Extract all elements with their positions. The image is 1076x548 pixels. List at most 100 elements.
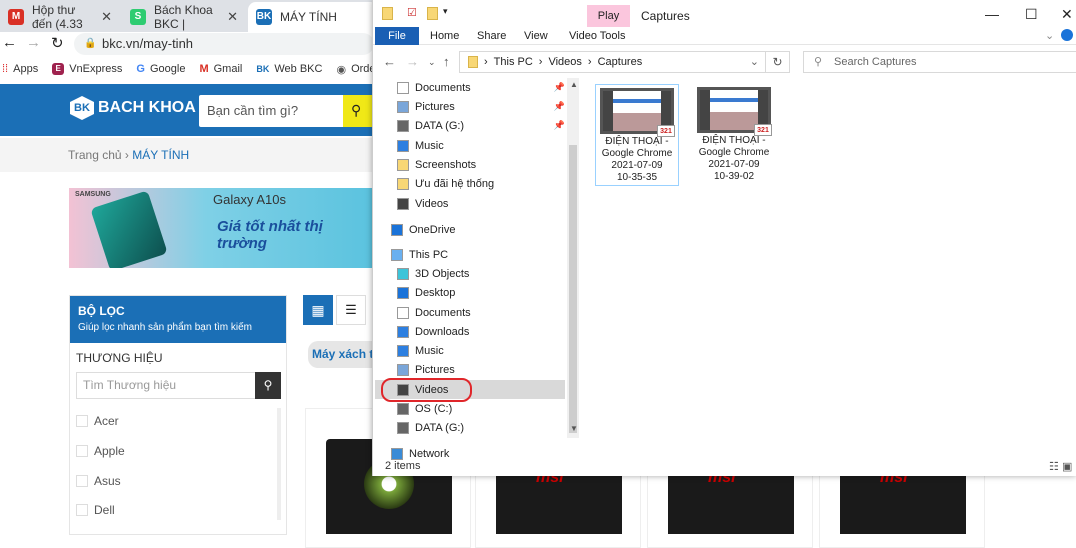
details-view-icon[interactable]: ☷ bbox=[1049, 461, 1059, 473]
reload-icon[interactable]: ↻ bbox=[51, 34, 64, 52]
bookmark-vnexpress[interactable]: E VnExpress bbox=[52, 63, 122, 75]
nav-item[interactable]: Music bbox=[375, 341, 565, 360]
video-file[interactable]: 321 ĐIỆN THOẠI - Google Chrome 2021-07-09 1… bbox=[595, 84, 679, 186]
nav-item[interactable]: This PC bbox=[375, 245, 565, 264]
close-tab-icon[interactable]: ✕ bbox=[227, 9, 238, 25]
ribbon-tabs: File Home Share View Video Tools ⌄ bbox=[373, 27, 1076, 45]
pin-icon[interactable]: 📌 bbox=[554, 120, 565, 131]
folder-icon bbox=[397, 158, 409, 171]
address-bar[interactable]: › This PC › Videos › Captures ⌄ bbox=[459, 51, 766, 73]
search-input[interactable]: ⚲ Search Captures bbox=[803, 51, 1076, 73]
nav-item[interactable]: OneDrive bbox=[375, 220, 565, 239]
tab-bachkhoa[interactable]: S Bách Khoa BKC | ✕ bbox=[122, 2, 246, 32]
nav-item[interactable]: Pictures 📌 bbox=[375, 97, 565, 116]
nav-item[interactable]: Downloads bbox=[375, 322, 565, 341]
brand-checkbox-acer[interactable]: Acer bbox=[76, 414, 119, 428]
video-file[interactable]: 321 ĐIỆN THOẠI - Google Chrome 2021-07-09 1… bbox=[692, 84, 776, 186]
pin-icon[interactable]: 📌 bbox=[554, 82, 565, 93]
nav-item[interactable]: 3D Objects bbox=[375, 264, 565, 283]
large-icons-view-icon[interactable]: ▣ bbox=[1062, 461, 1072, 473]
brand-checkbox-apple[interactable]: Apple bbox=[76, 444, 125, 458]
s-icon: S bbox=[130, 9, 146, 25]
nav-item[interactable]: Documents 📌 bbox=[375, 78, 565, 97]
nav-item[interactable]: DATA (G:) 📌 bbox=[375, 116, 565, 135]
breadcrumb-captures[interactable]: Captures bbox=[598, 52, 643, 72]
back-icon[interactable]: ← bbox=[383, 54, 396, 69]
brand-list-scrollbar[interactable] bbox=[277, 408, 281, 520]
bookmark-gmail[interactable]: M Gmail bbox=[199, 63, 242, 75]
close-button[interactable]: ✕ bbox=[1061, 6, 1073, 23]
red-highlight-circle bbox=[381, 378, 472, 402]
nav-item[interactable]: DATA (G:) bbox=[375, 418, 565, 437]
filter-panel: BỘ LỌC Giúp lọc nhanh sản phẩm bạn tìm ki… bbox=[69, 295, 287, 535]
drive-icon bbox=[397, 119, 409, 132]
promo-banner[interactable]: SAMSUNG Galaxy A10s Giá tốt nhất thị trư… bbox=[69, 188, 372, 268]
tab-gmail[interactable]: M Hộp thư đến (4.33 ✕ bbox=[0, 2, 120, 32]
brand-search-input[interactable]: Tìm Thương hiệu bbox=[76, 372, 256, 399]
bookmark-apps[interactable]: ⁞⁞ Apps bbox=[2, 63, 38, 75]
bkc-icon: BK bbox=[256, 64, 270, 74]
site-logo[interactable]: BK BACH KHOA bbox=[70, 96, 196, 120]
tab-may-tinh[interactable]: BK MÁY TÍNH bbox=[248, 2, 378, 32]
address-row: ← → ⌄ ↑ › This PC › Videos › Captures ⌄ ↻ ⚲… bbox=[373, 48, 1076, 75]
grid-view-button[interactable]: ▦ bbox=[303, 295, 333, 325]
tab-file[interactable]: File bbox=[375, 27, 419, 45]
address-dropdown-icon[interactable]: ⌄ bbox=[750, 52, 759, 72]
folder-icon bbox=[468, 56, 478, 68]
music-icon bbox=[397, 139, 409, 152]
title-bar: ☑ ▾ Play Captures — ☐ ✕ bbox=[373, 0, 1076, 28]
scroll-up-icon[interactable]: ▲ bbox=[570, 80, 578, 89]
bookmark-google[interactable]: G Google bbox=[136, 63, 185, 75]
site-search-button[interactable]: ⚲ bbox=[343, 95, 373, 127]
brand-search-button[interactable]: ⚲ bbox=[255, 372, 281, 399]
customize-toolbar-icon[interactable]: ▾ bbox=[443, 6, 448, 17]
nav-item[interactable]: Ưu đãi hệ thống bbox=[375, 174, 565, 193]
nav-item[interactable]: Pictures bbox=[375, 360, 565, 379]
list-view-button[interactable]: ☰ bbox=[336, 295, 366, 325]
close-tab-icon[interactable]: ✕ bbox=[101, 9, 112, 25]
nav-item[interactable]: Screenshots bbox=[375, 155, 565, 174]
back-icon[interactable]: ← bbox=[2, 34, 17, 51]
nav-item[interactable]: Documents bbox=[375, 303, 565, 322]
expand-ribbon-icon[interactable]: ⌄ bbox=[1045, 27, 1054, 45]
breadcrumb-this-pc[interactable]: This PC bbox=[494, 52, 533, 72]
tab-share[interactable]: Share bbox=[477, 27, 506, 45]
new-folder-icon[interactable] bbox=[427, 7, 438, 20]
maximize-button[interactable]: ☐ bbox=[1025, 6, 1038, 23]
bookmark-web-bkc[interactable]: BK Web BKC bbox=[256, 63, 322, 75]
tab-home[interactable]: Home bbox=[430, 27, 459, 45]
properties-icon[interactable]: ☑ bbox=[407, 6, 417, 19]
brand-checkbox-dell[interactable]: Dell bbox=[76, 503, 115, 517]
nav-item[interactable]: Music bbox=[375, 136, 565, 155]
tab-view[interactable]: View bbox=[524, 27, 548, 45]
folder-icon bbox=[397, 177, 409, 190]
lock-icon: 🔒 bbox=[84, 38, 97, 49]
pictures-icon bbox=[397, 100, 409, 113]
music-icon bbox=[397, 344, 409, 357]
nav-item[interactable]: Videos bbox=[375, 194, 565, 213]
forward-icon[interactable]: → bbox=[406, 54, 419, 69]
videos-icon bbox=[397, 197, 409, 210]
breadcrumb-videos[interactable]: Videos bbox=[548, 52, 581, 72]
recent-locations-icon[interactable]: ⌄ bbox=[428, 57, 436, 68]
view-mode-icons[interactable]: ☷ ▣ bbox=[1049, 460, 1072, 473]
nav-scrollbar-thumb[interactable] bbox=[569, 145, 577, 433]
pin-icon[interactable]: 📌 bbox=[554, 101, 565, 112]
help-icon[interactable] bbox=[1061, 29, 1073, 41]
nav-item[interactable]: Desktop bbox=[375, 283, 565, 302]
refresh-button[interactable]: ↻ bbox=[766, 51, 790, 73]
video-thumbnail: 321 bbox=[600, 88, 675, 137]
forward-icon[interactable]: → bbox=[26, 34, 41, 51]
folder-icon bbox=[382, 7, 393, 20]
scroll-down-icon[interactable]: ▼ bbox=[570, 424, 578, 433]
breadcrumb-home[interactable]: Trang chủ bbox=[68, 148, 122, 162]
up-icon[interactable]: ↑ bbox=[443, 54, 450, 69]
tab-video-tools[interactable]: Video Tools bbox=[569, 27, 625, 45]
cube-icon bbox=[397, 267, 409, 280]
address-bar[interactable]: 🔒 bkc.vn/may-tinh bbox=[74, 33, 374, 55]
brand-checkbox-asus[interactable]: Asus bbox=[76, 474, 121, 488]
site-search-input[interactable]: Bạn cần tìm gì? bbox=[199, 95, 345, 127]
apps-grid-icon: ⁞⁞ bbox=[2, 63, 9, 75]
minimize-button[interactable]: — bbox=[985, 6, 999, 22]
computer-icon bbox=[391, 248, 403, 261]
